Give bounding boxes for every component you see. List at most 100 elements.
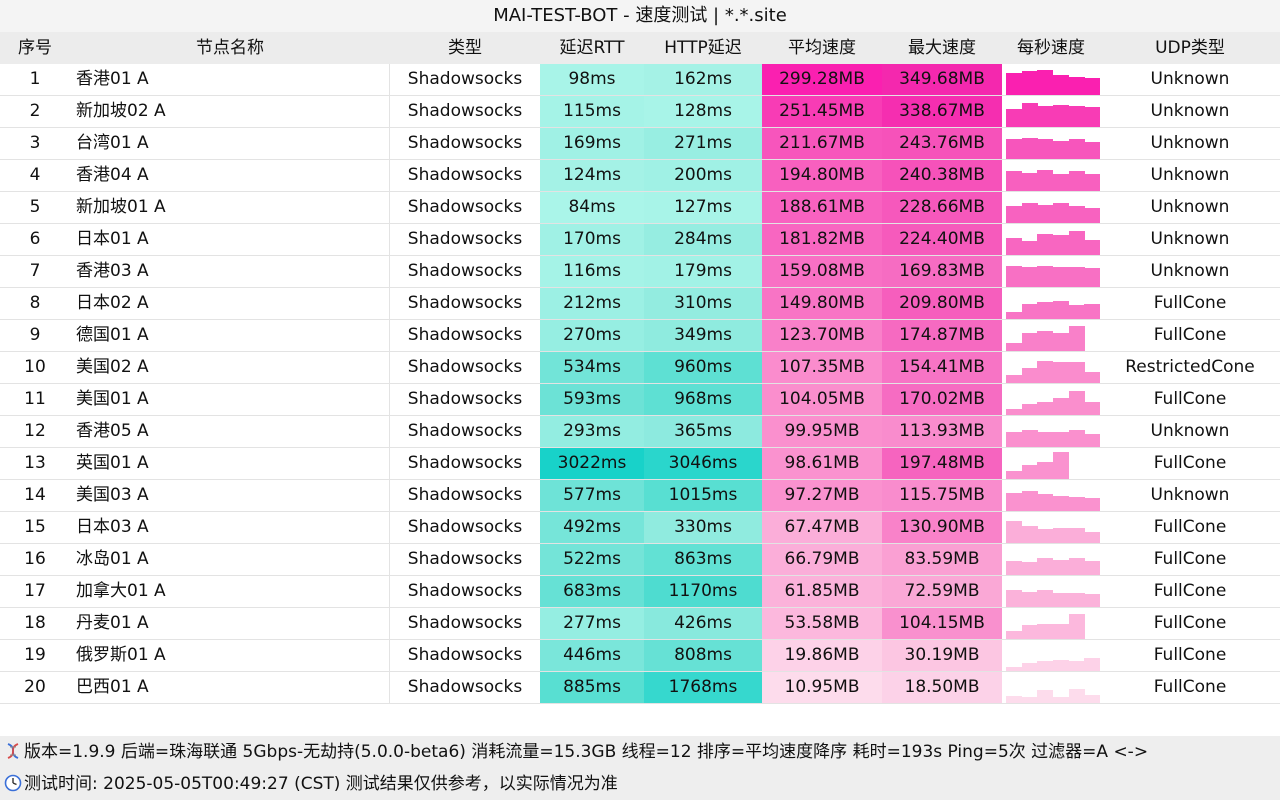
cell-http-latency: 1170ms [644, 576, 762, 607]
sparkline-bar [1084, 78, 1100, 95]
cell-max-speed: 83.59MB [882, 544, 1002, 575]
speed-sparkline [1006, 352, 1100, 383]
cell-index: 15 [24, 517, 46, 537]
sparkline-bar [1021, 368, 1038, 383]
sparkline-bar [1037, 205, 1054, 223]
sparkline-bar [1084, 434, 1100, 447]
table-row[interactable]: 20 巴西01 A Shadowsocks 885ms 1768ms 10.95MB 18.… [0, 672, 1280, 704]
header-name[interactable]: 节点名称 [70, 32, 390, 64]
table-row[interactable]: 8 日本02 A Shadowsocks 212ms 310ms 149.80MB 209.… [0, 288, 1280, 320]
table-row[interactable]: 12 香港05 A Shadowsocks 293ms 365ms 99.95MB 113.… [0, 416, 1280, 448]
table-row[interactable]: 1 香港01 A Shadowsocks 98ms 162ms 299.28MB 349.6… [0, 64, 1280, 96]
cell-max-speed: 113.93MB [882, 416, 1002, 447]
dna-icon [7, 743, 19, 759]
window-title: MAI-TEST-BOT - 速度测试 | *.*.site [0, 0, 1280, 32]
sparkline-bar [1053, 624, 1069, 639]
cell-avg-speed: 99.95MB [762, 416, 882, 447]
header-type[interactable]: 类型 [390, 32, 540, 64]
cell-node-name: 巴西01 A [70, 672, 390, 703]
table-row[interactable]: 15 日本03 A Shadowsocks 492ms 330ms 67.47MB 130.… [0, 512, 1280, 544]
sparkline-bar [1084, 304, 1100, 319]
cell-http-latency: 808ms [644, 640, 762, 671]
table-row[interactable]: 17 加拿大01 A Shadowsocks 683ms 1170ms 61.85MB 72… [0, 576, 1280, 608]
cell-rtt: 115ms [540, 96, 644, 127]
cell-udp-type: FullCone [1153, 645, 1227, 665]
speed-sparkline [1006, 96, 1100, 127]
cell-index: 4 [29, 165, 41, 185]
cell-rtt: 3022ms [540, 448, 644, 479]
sparkline-bar [1068, 139, 1085, 159]
table-row[interactable]: 7 香港03 A Shadowsocks 116ms 179ms 159.08MB 169.… [0, 256, 1280, 288]
cell-udp-type: Unknown [1150, 485, 1230, 505]
sparkline-bar [1021, 304, 1038, 319]
sparkline-bar [1006, 631, 1022, 639]
sparkline-bar [1037, 558, 1054, 575]
cell-http-latency: 426ms [644, 608, 762, 639]
sparkline-bar [1021, 491, 1038, 511]
speed-sparkline [1006, 448, 1100, 479]
header-udp[interactable]: UDP类型 [1100, 32, 1280, 64]
speed-sparkline [1006, 256, 1100, 287]
cell-http-latency: 960ms [644, 352, 762, 383]
table-row[interactable]: 9 德国01 A Shadowsocks 270ms 349ms 123.70MB 174.… [0, 320, 1280, 352]
header-index[interactable]: 序号 [0, 32, 70, 64]
speed-sparkline [1006, 416, 1100, 447]
sparkline-bar [1037, 661, 1054, 671]
cell-index: 17 [24, 581, 46, 601]
cell-max-speed: 174.87MB [882, 320, 1002, 351]
table-row[interactable]: 3 台湾01 A Shadowsocks 169ms 271ms 211.67MB 243.… [0, 128, 1280, 160]
cell-node-name: 德国01 A [70, 320, 390, 351]
header-avg-speed[interactable]: 平均速度 [762, 32, 882, 64]
cell-avg-speed: 53.58MB [762, 608, 882, 639]
cell-max-speed: 30.19MB [882, 640, 1002, 671]
sparkline-bar [1053, 528, 1069, 543]
table-row[interactable]: 19 俄罗斯01 A Shadowsocks 446ms 808ms 19.86MB 30.… [0, 640, 1280, 672]
cell-index: 6 [29, 229, 41, 249]
sparkline-bar [1006, 409, 1022, 415]
cell-type: Shadowsocks [407, 357, 523, 377]
cell-node-name: 新加坡01 A [70, 192, 390, 223]
table-row[interactable]: 6 日本01 A Shadowsocks 170ms 284ms 181.82MB 224.… [0, 224, 1280, 256]
table-row[interactable]: 13 英国01 A Shadowsocks 3022ms 3046ms 98.61MB 19… [0, 448, 1280, 480]
cell-max-speed: 228.66MB [882, 192, 1002, 223]
sparkline-bar [1084, 268, 1100, 287]
sparkline-bar [1021, 592, 1038, 607]
table-row[interactable]: 14 美国03 A Shadowsocks 577ms 1015ms 97.27MB 115… [0, 480, 1280, 512]
sparkline-bar [1037, 529, 1054, 543]
cell-type: Shadowsocks [407, 485, 523, 505]
table-row[interactable]: 16 冰岛01 A Shadowsocks 522ms 863ms 66.79MB 83.5… [0, 544, 1280, 576]
header-http[interactable]: HTTP延迟 [644, 32, 762, 64]
cell-node-name: 香港05 A [70, 416, 390, 447]
sparkline-bar [1006, 206, 1022, 223]
cell-rtt: 124ms [540, 160, 644, 191]
header-max-speed[interactable]: 最大速度 [882, 32, 1002, 64]
table-row[interactable]: 2 新加坡02 A Shadowsocks 115ms 128ms 251.45MB 338… [0, 96, 1280, 128]
sparkline-bar [1037, 170, 1054, 191]
header-rtt[interactable]: 延迟RTT [540, 32, 644, 64]
sparkline-bar [1084, 402, 1100, 415]
cell-max-speed: 224.40MB [882, 224, 1002, 255]
cell-rtt: 446ms [540, 640, 644, 671]
table-header: 序号 节点名称 类型 延迟RTT HTTP延迟 平均速度 最大速度 每秒速度 U… [0, 32, 1280, 64]
cell-avg-speed: 98.61MB [762, 448, 882, 479]
table-row[interactable]: 18 丹麦01 A Shadowsocks 277ms 426ms 53.58MB 104.… [0, 608, 1280, 640]
table-row[interactable]: 5 新加坡01 A Shadowsocks 84ms 127ms 188.61MB 228.… [0, 192, 1280, 224]
cell-udp-type: Unknown [1150, 229, 1230, 249]
cell-node-name: 台湾01 A [70, 128, 390, 159]
cell-type: Shadowsocks [407, 549, 523, 569]
cell-http-latency: 200ms [644, 160, 762, 191]
sparkline-bar [1021, 404, 1038, 415]
cell-type: Shadowsocks [407, 581, 523, 601]
sparkline-bar [1006, 238, 1022, 255]
speed-sparkline [1006, 512, 1100, 543]
sparkline-bar [1021, 267, 1038, 287]
sparkline-bar [1037, 302, 1054, 319]
header-per-second[interactable]: 每秒速度 [1002, 32, 1100, 64]
cell-http-latency: 3046ms [644, 448, 762, 479]
sparkline-bar [1068, 362, 1085, 383]
sparkline-bar [1021, 430, 1038, 447]
table-row[interactable]: 10 美国02 A Shadowsocks 534ms 960ms 107.35MB 154… [0, 352, 1280, 384]
table-row[interactable]: 4 香港04 A Shadowsocks 124ms 200ms 194.80MB 240.… [0, 160, 1280, 192]
table-row[interactable]: 11 美国01 A Shadowsocks 593ms 968ms 104.05MB 170… [0, 384, 1280, 416]
cell-rtt: 293ms [540, 416, 644, 447]
